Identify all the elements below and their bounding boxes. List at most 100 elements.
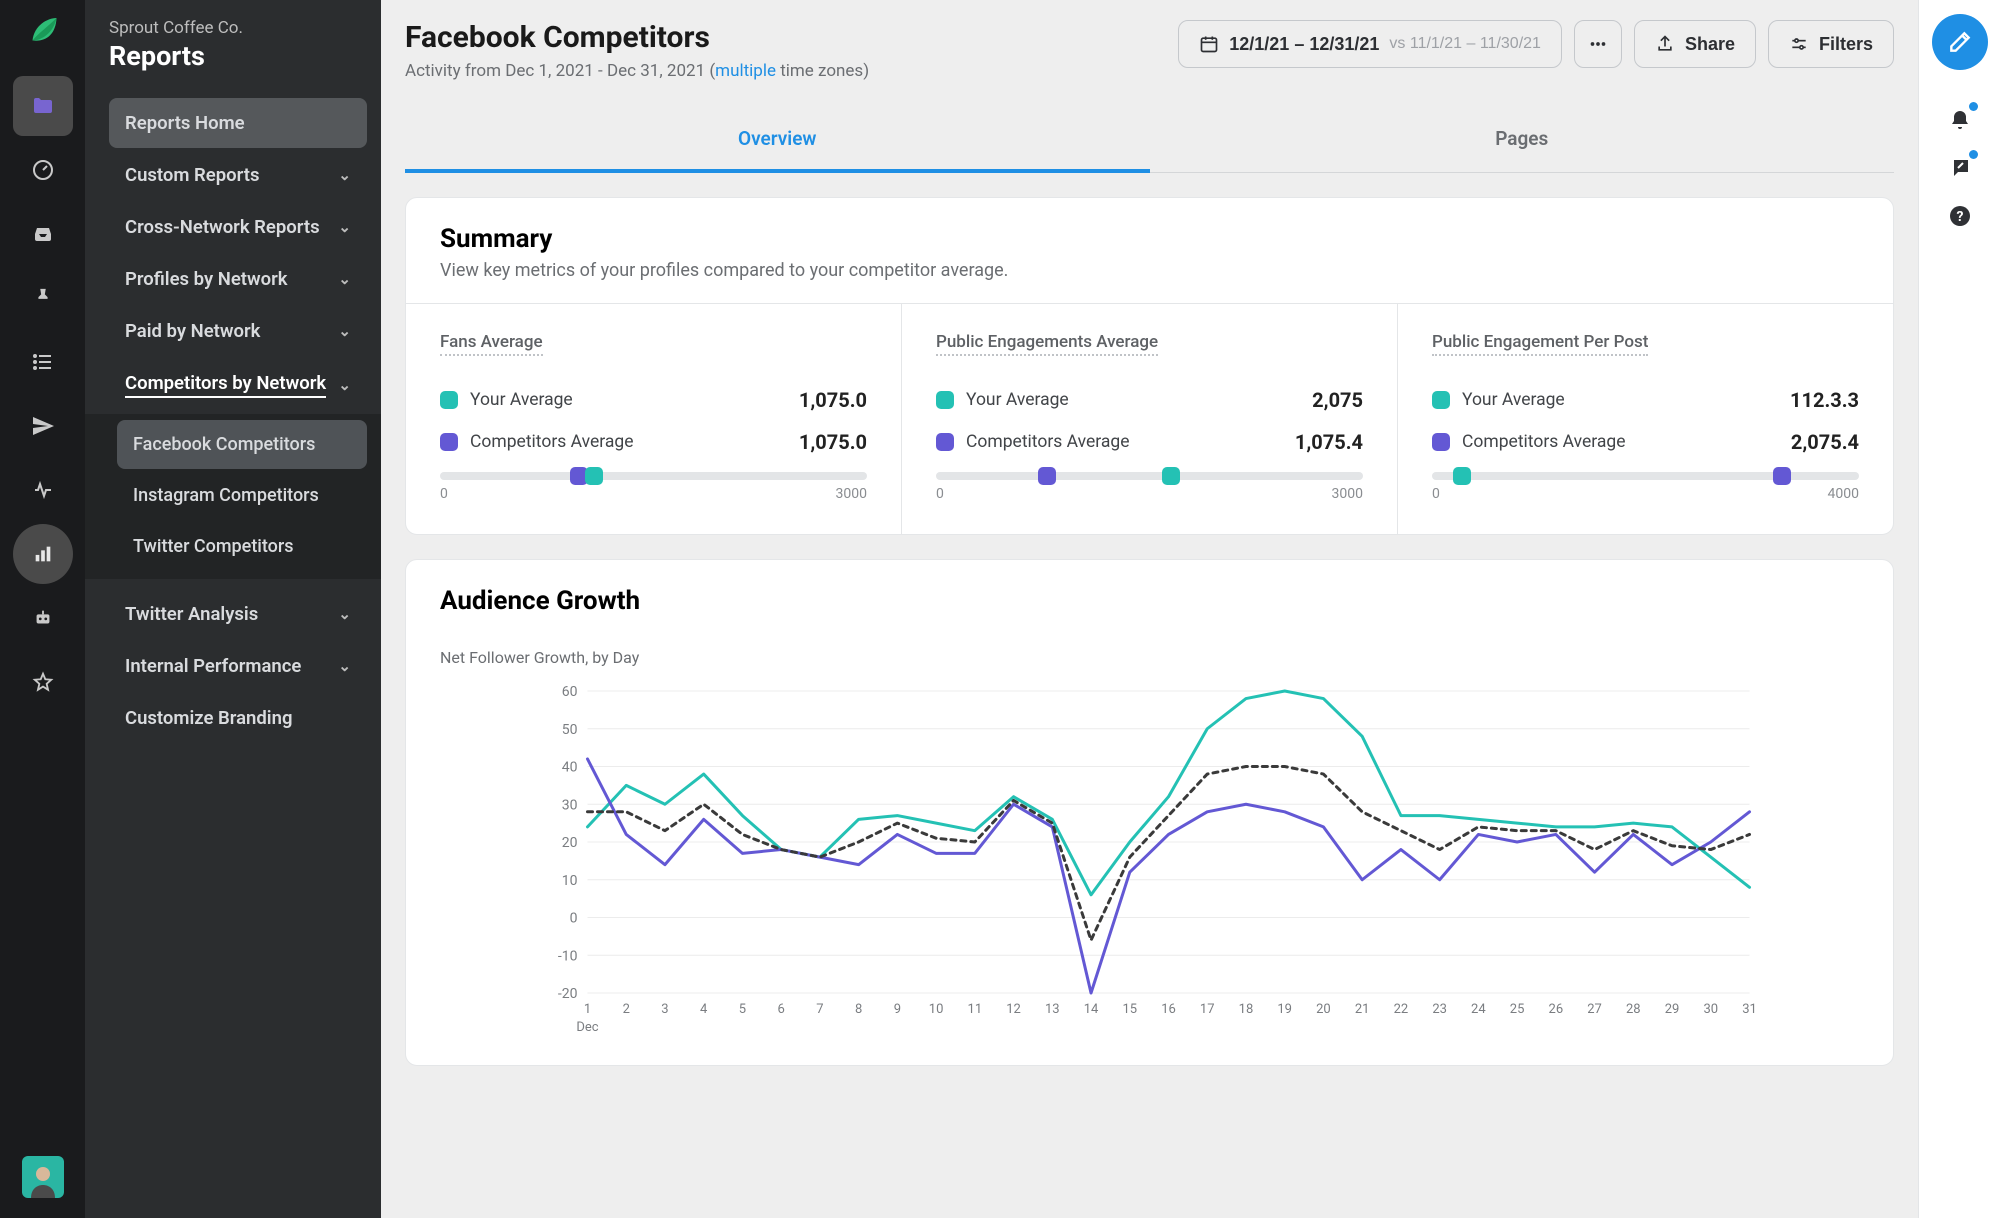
sidebar-competitors-by-network[interactable]: Competitors by Network⌄	[109, 358, 367, 412]
list-icon[interactable]	[13, 332, 73, 392]
comp-swatch	[1432, 433, 1450, 451]
comp-value: 1,075.0	[799, 430, 867, 454]
comp-value: 2,075.4	[1791, 430, 1859, 454]
sidebar: Sprout Coffee Co. Reports Reports Home C…	[85, 0, 381, 1218]
date-range-picker[interactable]: 12/1/21 – 12/31/21 vs 11/1/21 – 11/30/21	[1178, 20, 1562, 68]
bot-icon[interactable]	[13, 588, 73, 648]
your-handle[interactable]	[1453, 467, 1471, 485]
comp-label: Competitors Average	[470, 432, 634, 452]
sidebar-profiles-by-network[interactable]: Profiles by Network⌄	[109, 254, 367, 304]
star-icon[interactable]	[13, 652, 73, 712]
svg-text:20: 20	[1316, 1002, 1331, 1017]
sidebar-custom-reports[interactable]: Custom Reports⌄	[109, 150, 367, 200]
sidebar-twitter-analysis[interactable]: Twitter Analysis⌄	[109, 589, 367, 639]
sprout-logo[interactable]	[25, 12, 61, 48]
svg-text:14: 14	[1084, 1002, 1099, 1017]
pin-icon[interactable]	[13, 268, 73, 328]
sidebar-internal-performance[interactable]: Internal Performance⌄	[109, 641, 367, 691]
metric-title: Fans Average	[440, 332, 543, 356]
your-average-row: Your Average 112.3.3	[1432, 388, 1859, 412]
range-slider[interactable]: 04000	[1432, 472, 1859, 502]
summary-card: Summary View key metrics of your profile…	[405, 197, 1894, 535]
range-min: 0	[1432, 486, 1440, 502]
your-swatch	[440, 391, 458, 409]
range-max: 3000	[1332, 486, 1363, 502]
svg-text:3: 3	[661, 1002, 668, 1017]
competitors-subgroup: Facebook Competitors Instagram Competito…	[85, 414, 381, 579]
line-chart: -20-100102030405060123456789101112131415…	[440, 681, 1859, 1041]
comp-label: Competitors Average	[1462, 432, 1626, 452]
sidebar-cross-network[interactable]: Cross-Network Reports⌄	[109, 202, 367, 252]
range-slider[interactable]: 03000	[440, 472, 867, 502]
comp-label: Competitors Average	[966, 432, 1130, 452]
filters-button[interactable]: Filters	[1768, 20, 1894, 68]
tab-pages[interactable]: Pages	[1150, 111, 1895, 172]
svg-text:20: 20	[562, 835, 578, 851]
metric-title: Public Engagements Average	[936, 332, 1158, 356]
sidebar-facebook-competitors[interactable]: Facebook Competitors	[117, 420, 367, 469]
notifications-icon[interactable]	[1936, 96, 1984, 144]
comp-swatch	[936, 433, 954, 451]
range-min: 0	[936, 486, 944, 502]
svg-text:10: 10	[929, 1002, 944, 1017]
share-icon	[1655, 34, 1675, 54]
svg-text:24: 24	[1471, 1002, 1486, 1017]
analytics-icon[interactable]	[13, 524, 73, 584]
inbox-icon[interactable]	[13, 204, 73, 264]
svg-text:60: 60	[562, 684, 578, 700]
page-header: Facebook Competitors Activity from Dec 1…	[405, 20, 1894, 81]
sidebar-reports-home[interactable]: Reports Home	[109, 98, 367, 148]
chart-container: Net Follower Growth, by Day -20-10010203…	[406, 644, 1893, 1065]
svg-text:12: 12	[1006, 1002, 1021, 1017]
svg-text:9: 9	[894, 1002, 901, 1017]
feedback-icon[interactable]	[1936, 144, 1984, 192]
left-nav	[0, 0, 85, 1218]
right-bar: ?	[1918, 0, 2000, 1218]
your-handle[interactable]	[1162, 467, 1180, 485]
your-label: Your Average	[966, 390, 1069, 410]
svg-text:16: 16	[1161, 1002, 1176, 1017]
pulse-icon[interactable]	[13, 460, 73, 520]
svg-text:28: 28	[1626, 1002, 1641, 1017]
chevron-down-icon: ⌄	[338, 270, 351, 288]
svg-text:13: 13	[1045, 1002, 1060, 1017]
svg-text:15: 15	[1122, 1002, 1137, 1017]
compose-button[interactable]	[1932, 14, 1988, 70]
summary-subtitle: View key metrics of your profiles compar…	[440, 260, 1859, 281]
chevron-down-icon: ⌄	[338, 605, 351, 623]
tab-overview[interactable]: Overview	[405, 111, 1150, 172]
your-average-row: Your Average 2,075	[936, 388, 1363, 412]
your-value: 112.3.3	[1790, 388, 1859, 412]
more-button[interactable]	[1574, 20, 1622, 68]
competitor-average-row: Competitors Average 1,075.0	[440, 430, 867, 454]
help-icon[interactable]: ?	[1936, 192, 1984, 240]
user-avatar[interactable]	[22, 1156, 64, 1198]
svg-text:31: 31	[1742, 1002, 1757, 1017]
your-handle[interactable]	[585, 467, 603, 485]
comp-handle[interactable]	[1038, 467, 1056, 485]
comp-handle[interactable]	[1773, 467, 1791, 485]
dots-icon	[1587, 33, 1609, 55]
tabs: Overview Pages	[405, 111, 1894, 173]
range-slider[interactable]: 0 3000	[936, 472, 1363, 502]
svg-text:30: 30	[1703, 1002, 1718, 1017]
timezone-link[interactable]: multiple	[715, 61, 776, 81]
filters-icon	[1789, 34, 1809, 54]
dashboard-icon[interactable]	[13, 140, 73, 200]
svg-text:4: 4	[700, 1002, 708, 1017]
send-icon[interactable]	[13, 396, 73, 456]
chevron-down-icon: ⌄	[338, 166, 351, 184]
comp-value: 1,075.4	[1295, 430, 1363, 454]
summary-title: Summary	[440, 224, 1859, 254]
sidebar-twitter-competitors[interactable]: Twitter Competitors	[117, 522, 367, 571]
calendar-icon	[1199, 34, 1219, 54]
reports-folder-icon[interactable]	[13, 76, 73, 136]
notification-dot	[1969, 102, 1978, 111]
sidebar-paid-by-network[interactable]: Paid by Network⌄	[109, 306, 367, 356]
svg-text:18: 18	[1239, 1002, 1254, 1017]
sidebar-customize-branding[interactable]: Customize Branding	[109, 693, 367, 743]
sidebar-instagram-competitors[interactable]: Instagram Competitors	[117, 471, 367, 520]
svg-text:-10: -10	[558, 948, 578, 964]
competitor-average-row: Competitors Average 2,075.4	[1432, 430, 1859, 454]
share-button[interactable]: Share	[1634, 20, 1756, 68]
